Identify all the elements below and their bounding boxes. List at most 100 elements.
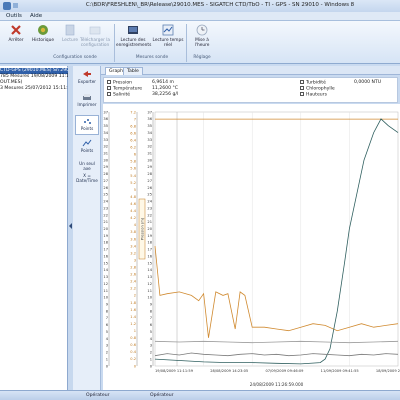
checkbox-turbidite[interactable]: Turbidité (300, 80, 326, 86)
checkbox-chlorophylle[interactable]: Chlorophylle (300, 86, 335, 92)
y-tick-label: 18 (103, 241, 108, 245)
y-tick-label: 7 (134, 117, 136, 121)
temperature-value: 11,2600 °C (152, 86, 178, 91)
clock-button[interactable]: Mise à l'heure (188, 24, 216, 54)
history-button[interactable]: Historique (29, 24, 57, 54)
pression-value: 6,9614 m (152, 80, 175, 85)
read-icon (64, 24, 76, 36)
quick-access-icon[interactable] (13, 3, 18, 8)
y-tick-label: 6 (106, 323, 109, 327)
app-icon[interactable] (3, 2, 11, 10)
y-tick-label: 21 (103, 220, 108, 224)
menu-item-outils[interactable]: Outils (6, 13, 22, 19)
x-tick-label: 28/08/2009 14:23:05 (210, 369, 248, 373)
group-label-reglage: Réglage (193, 55, 211, 60)
y-tick-label: 15 (147, 261, 152, 265)
line-points-label: Points (80, 148, 94, 153)
y-tick-label: 26 (103, 186, 108, 190)
y-tick-label: 0.6 (130, 343, 136, 347)
title-bar: C:\BDR\FRESHLEN\_BR\Release\29010.MES - … (0, 0, 400, 12)
records-button[interactable]: Lecture des enregistrements (116, 24, 151, 54)
export-button[interactable]: Exporter (75, 69, 99, 89)
y-tick-label: 2 (150, 351, 152, 355)
y-tick-label: 3 (134, 258, 136, 262)
y-tick-label: 4.8 (130, 195, 136, 199)
salinite-value: 38,2256 g/l (152, 92, 179, 97)
y-tick-label: 2.8 (130, 266, 136, 270)
x-tick-label: 11/09/2009 09:41:55 (321, 369, 359, 373)
y-tick-label: 5.8 (130, 160, 136, 164)
data-series-line (154, 118, 399, 365)
y-tick-label: 6 (134, 153, 137, 157)
single-axis-button[interactable]: Un seul axe (75, 161, 99, 171)
y-tick-label: 3 (106, 344, 108, 348)
points-label: Points (80, 126, 94, 131)
line-points-button[interactable]: Points (75, 138, 99, 158)
y-tick-label: 4.2 (130, 216, 136, 220)
tab-table[interactable]: Table (123, 67, 143, 75)
ribbon-separator (186, 24, 187, 62)
stop-button[interactable]: Arrêter (2, 24, 30, 54)
y-tick-label: 7.2 (130, 110, 136, 114)
download-config-button[interactable]: Télécharger la configuration (78, 24, 112, 54)
y-tick-label: 3.2 (130, 251, 136, 255)
y-tick-label: 19 (147, 234, 152, 238)
measurement-tree[interactable]: CTD-GPS (29010.MES) Sn 29010 785 Mesures… (0, 66, 76, 390)
checkbox-icon (300, 86, 304, 90)
y-tick-label: 25 (147, 193, 152, 197)
print-icon (82, 93, 92, 101)
menu-item-aide[interactable]: Aide (30, 13, 42, 19)
y-tick-label: 6.8 (130, 124, 136, 128)
y-tick-label: 35 (103, 124, 108, 128)
y-tick-label: 4 (134, 223, 137, 227)
y-tick-label: 14 (103, 268, 108, 272)
y-tick-label: 32 (103, 145, 108, 149)
y-tick-label: 5.2 (130, 181, 136, 185)
measurement-chart[interactable]: 0 1 2 3 4 5 6 7 8 9 10 11 12 13 14 15 16 17 18 19 20 21 22 23 24… (103, 104, 400, 390)
y-tick-label: 18 (147, 241, 152, 245)
y-tick-label: 3.4 (130, 244, 136, 248)
y-tick-label: 34 (147, 131, 152, 135)
checkbox-temperature[interactable]: Température (107, 86, 142, 92)
y-tick-label: 36 (103, 117, 108, 121)
stop-icon (10, 24, 22, 36)
status-bar: Opérateur Opérateur (0, 390, 400, 400)
x-tick-label: 19/08/2009 11:11:59 (155, 369, 194, 373)
graph-toolbar: Exporter Imprimer Points Points Un seul … (73, 66, 101, 390)
y-tick-label: 24 (147, 200, 152, 204)
y-tick-label: 0 (134, 364, 137, 368)
y-tick-label: 6.6 (130, 131, 136, 135)
y-tick-label: 4 (150, 337, 153, 341)
y-tick-label: 12 (147, 282, 152, 286)
checkbox-hauteurs[interactable]: Hauteurs (300, 92, 327, 98)
y-tick-label: 17 (103, 248, 108, 252)
y-tick-label: 19 (103, 234, 108, 238)
x-tick-label: 18/09/2009 22:11:56 (376, 369, 400, 373)
y-tick-label: 12 (103, 282, 108, 286)
y-tick-label: 13 (103, 275, 108, 279)
y-tick-label: 26 (147, 186, 152, 190)
salinite-label: Salinité (113, 92, 131, 98)
plot-frame (154, 111, 399, 367)
chart-svg[interactable]: 0123456789101112131415161718192021222324… (103, 104, 400, 390)
checkbox-pression[interactable]: Pression (107, 80, 132, 86)
clock-label: Mise à l'heure (194, 38, 210, 48)
checkbox-salinite[interactable]: Salinité (107, 92, 130, 98)
y-tick-label: 27 (103, 179, 108, 183)
turbidite-value: 0,0000 NTU (354, 80, 382, 85)
x-datetime-button[interactable]: X = Date/Time (75, 173, 99, 183)
view-tabs: Graph Table (101, 66, 400, 75)
y-tick-label: 1.2 (130, 322, 136, 326)
y-tick-label: 1.6 (130, 308, 136, 312)
points-button[interactable]: Points (75, 115, 99, 135)
checkbox-icon (107, 80, 111, 84)
clock-icon (196, 24, 208, 36)
turbidite-label: Turbidité (306, 80, 326, 86)
download-config-label: Télécharger la configuration (79, 38, 111, 48)
realtime-button[interactable]: Lecture temps réel (152, 24, 184, 54)
y-tick-label: 9 (106, 303, 109, 307)
group-label-config: Configuration sonde (53, 55, 97, 60)
tree-item-measures-2012[interactable]: 3 Mesures 25/07/2012 15:11:21 (0, 86, 74, 92)
y-tick-label: 1.8 (130, 301, 136, 305)
print-button[interactable]: Imprimer (75, 92, 99, 112)
